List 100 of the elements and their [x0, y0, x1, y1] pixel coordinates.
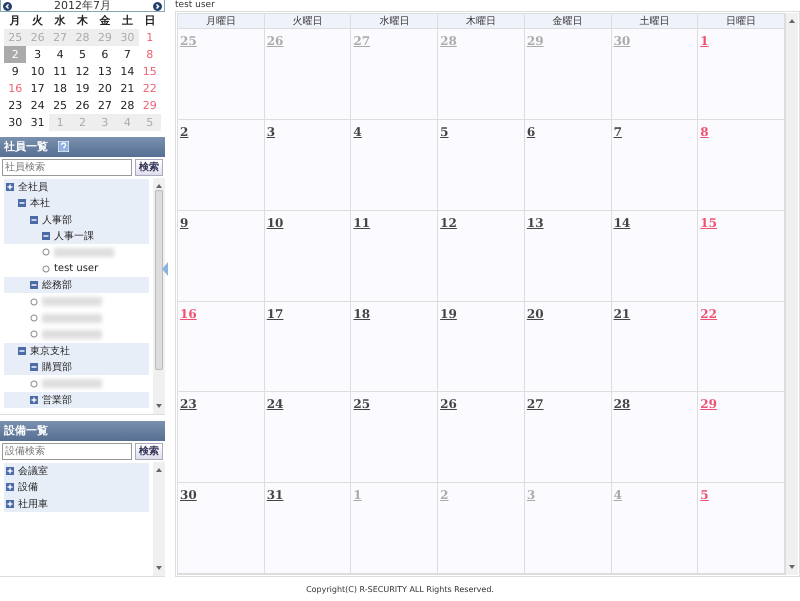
- minus-icon[interactable]: [30, 281, 38, 290]
- day-link[interactable]: 23: [180, 397, 197, 412]
- search-button[interactable]: 検索: [135, 442, 163, 460]
- circle-icon: [30, 380, 38, 388]
- day-link[interactable]: 5: [440, 124, 448, 139]
- plus-icon[interactable]: [6, 466, 14, 475]
- tree-item[interactable]: 設備: [18, 480, 38, 494]
- day-link[interactable]: 20: [526, 306, 544, 320]
- calendar-day[interactable]: 28: [116, 97, 139, 114]
- minus-icon[interactable]: [42, 232, 50, 240]
- calendar-day[interactable]: 13: [94, 63, 116, 80]
- calendar-day[interactable]: 27: [94, 97, 116, 114]
- scrollbar[interactable]: [153, 178, 165, 414]
- copyright-text: Copyright(C) R-SECURITY ALL Rights Reserved.: [306, 584, 494, 594]
- day-link[interactable]: 3: [266, 124, 276, 139]
- day-link[interactable]: 27: [526, 397, 544, 412]
- help-icon[interactable]: [58, 141, 69, 152]
- circle-icon: [30, 314, 38, 322]
- search-button[interactable]: 検索: [135, 158, 163, 176]
- day-link[interactable]: 19: [440, 306, 457, 320]
- search-field[interactable]: 社員検索: [2, 158, 132, 176]
- minus-icon[interactable]: [18, 346, 26, 355]
- weekday-header: 日曜日: [698, 14, 785, 29]
- tree-item[interactable]: 全社員: [18, 180, 48, 194]
- tree-item[interactable]: test user: [54, 263, 98, 274]
- day-link[interactable]: 14: [614, 216, 630, 230]
- plus-icon[interactable]: [6, 182, 14, 191]
- tree-item[interactable]: 営業部: [42, 392, 72, 407]
- calendar-day[interactable]: 30: [4, 114, 26, 131]
- calendar-day[interactable]: 23: [4, 97, 26, 114]
- blurred-name: [42, 330, 102, 339]
- day-link[interactable]: 12: [440, 216, 457, 230]
- day-link[interactable]: 28: [614, 397, 630, 412]
- day-link[interactable]: 6: [526, 124, 536, 139]
- calendar-day[interactable]: 25: [48, 97, 72, 114]
- weekday-label: 水: [53, 13, 67, 29]
- minus-icon[interactable]: [30, 363, 38, 372]
- scrollbar[interactable]: [786, 13, 798, 575]
- blurred-name: [54, 248, 114, 257]
- scrollbar[interactable]: [153, 462, 165, 576]
- day-link[interactable]: 7: [614, 124, 622, 139]
- day-link[interactable]: 17: [266, 306, 284, 320]
- tree-item[interactable]: 会議室: [18, 464, 48, 478]
- weekday-header: 火曜日: [264, 14, 352, 29]
- scroll-up-icon[interactable]: [789, 19, 795, 23]
- tree-item[interactable]: 社用車: [18, 496, 48, 511]
- calendar-day[interactable]: 21: [116, 80, 139, 97]
- plus-icon[interactable]: [6, 500, 14, 508]
- plus-icon[interactable]: [6, 483, 14, 492]
- scroll-up-icon[interactable]: [156, 468, 162, 472]
- calendar-day[interactable]: 19: [71, 80, 94, 97]
- calendar-day[interactable]: 20: [94, 80, 116, 97]
- circle-icon: [42, 248, 50, 256]
- day-link[interactable]: 18: [353, 306, 370, 320]
- calendar-day[interactable]: 10: [26, 63, 49, 80]
- calendar-day[interactable]: 24: [26, 97, 49, 114]
- calendar-day[interactable]: 6: [94, 46, 116, 63]
- scroll-down-icon[interactable]: [789, 565, 795, 569]
- day-link[interactable]: 10: [266, 216, 284, 230]
- blurred-name: [42, 314, 102, 323]
- calendar-day[interactable]: 17: [26, 80, 49, 97]
- scroll-down-icon[interactable]: [156, 566, 162, 570]
- scroll-down-icon[interactable]: [156, 404, 162, 408]
- calendar-day[interactable]: 7: [116, 46, 139, 63]
- minus-icon[interactable]: [30, 216, 38, 224]
- calendar-day[interactable]: 11: [48, 63, 72, 80]
- weekday-header: 金曜日: [524, 14, 612, 29]
- day-link[interactable]: 31: [266, 488, 284, 502]
- plus-icon[interactable]: [30, 396, 38, 404]
- weekday-header: 水曜日: [351, 14, 438, 29]
- tree-item[interactable]: 総務部: [42, 278, 72, 292]
- weekday-label: 日: [143, 13, 156, 29]
- calendar-day[interactable]: 14: [116, 63, 139, 80]
- calendar-day[interactable]: 26: [71, 97, 94, 114]
- day-link[interactable]: 4: [353, 124, 362, 139]
- calendar-day[interactable]: 5: [71, 46, 94, 63]
- circle-icon: [30, 298, 38, 306]
- day-link[interactable]: 26: [440, 397, 457, 412]
- prev-icon[interactable]: [3, 2, 12, 11]
- next-icon[interactable]: [153, 2, 162, 11]
- calendar-day[interactable]: 31: [26, 114, 49, 131]
- calendar-day[interactable]: 4: [48, 46, 72, 63]
- calendar-day[interactable]: 3: [26, 46, 49, 63]
- tree-item[interactable]: 本社: [30, 196, 50, 210]
- minus-icon[interactable]: [18, 199, 26, 208]
- day-link[interactable]: 13: [526, 216, 544, 230]
- calendar-day[interactable]: 9: [4, 63, 26, 80]
- calendar-day[interactable]: 18: [48, 80, 72, 97]
- day-link[interactable]: 24: [266, 397, 284, 412]
- day-link[interactable]: 11: [353, 216, 370, 230]
- day-link[interactable]: 25: [353, 397, 370, 412]
- day-link[interactable]: 21: [614, 306, 630, 320]
- tree-item[interactable]: 購買部: [42, 360, 72, 374]
- calendar-day[interactable]: 12: [71, 63, 94, 80]
- day-link[interactable]: 9: [180, 216, 188, 230]
- day-link[interactable]: 30: [180, 488, 197, 502]
- panel-title: 設備一覧: [4, 423, 48, 438]
- search-field[interactable]: 設備検索: [2, 442, 132, 460]
- day-link[interactable]: 2: [180, 124, 188, 139]
- tree-item[interactable]: 人事部: [42, 212, 72, 227]
